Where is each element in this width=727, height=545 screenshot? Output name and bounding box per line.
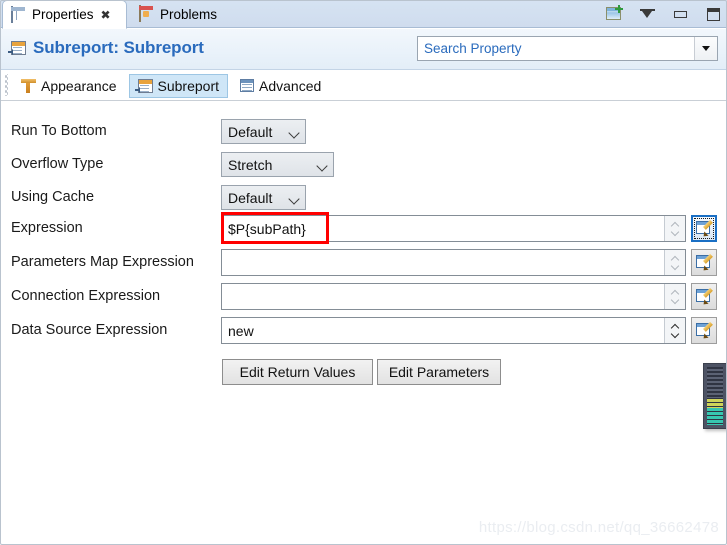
connection-expression-value [222,284,664,309]
drag-handle[interactable] [4,74,8,96]
subreport-icon [134,78,153,93]
view-tab-properties[interactable]: Properties ✖ [2,0,127,29]
minimize-button[interactable] [670,4,690,24]
label-data-source-expression: Data Source Expression [11,322,168,338]
view-menu-button[interactable] [637,4,657,24]
spinner-up-icon[interactable] [671,255,680,261]
minimize-icon [673,10,687,18]
tab-appearance-label: Appearance [41,77,117,94]
parameters-map-expression-spinner[interactable] [664,250,685,275]
form-row: Parameters Map Expression [0,248,727,278]
tab-appearance[interactable]: Appearance [13,74,125,98]
combo-run-to-bottom[interactable]: Default [221,119,306,144]
data-source-expression-value: new [228,322,254,339]
label-connection-expression: Connection Expression [11,288,161,304]
pencil-edit-icon [696,323,712,338]
combo-run-to-bottom-value: Default [228,123,273,140]
label-using-cache: Using Cache [11,189,95,205]
combo-using-cache-value: Default [228,189,273,206]
edit-data-source-expression-button[interactable] [691,317,717,344]
label-overflow-type: Overflow Type [11,156,104,172]
expression-value: $P{subPath} [228,220,306,237]
heap-status-widget[interactable] [703,363,727,429]
field-connection-expression[interactable] [221,283,686,310]
maximize-button[interactable] [703,4,723,24]
properties-table-icon [11,5,27,23]
close-icon[interactable]: ✖ [101,9,111,21]
label-parameters-map-expression: Parameters Map Expression [11,254,194,270]
form-row: Connection Expression [0,282,727,312]
data-source-expression-spinner[interactable] [664,318,685,343]
view-toolbar [604,3,723,25]
form-row: Run To Bottom Default [0,117,727,147]
connection-expression-spinner[interactable] [664,284,685,309]
spinner-up-icon[interactable] [671,221,680,227]
new-view-button[interactable] [604,4,624,24]
caret-down-icon [702,46,711,51]
form-row: Expression $P{subPath} [0,214,727,244]
parameters-map-expression-value [222,250,664,275]
search-property-box[interactable] [417,36,718,61]
search-dropdown-button[interactable] [694,37,717,60]
properties-header-bar: Subreport: Subreport [0,29,727,70]
pencil-edit-icon [696,255,712,270]
view-tab-problems-label: Problems [160,6,218,22]
spinner-down-icon[interactable] [671,298,680,304]
spinner-down-icon[interactable] [671,230,680,236]
edit-connection-expression-button[interactable] [691,283,717,310]
label-run-to-bottom: Run To Bottom [11,123,107,139]
spinner-down-icon[interactable] [671,332,680,338]
search-input[interactable] [418,37,695,60]
subreport-properties-form: Run To Bottom Default Overflow Type Stre… [0,101,727,545]
chevron-down-icon [289,126,300,137]
view-menu-chevron-down-icon [639,8,655,20]
tab-advanced-label: Advanced [259,77,322,94]
advanced-list-icon [240,79,254,92]
problems-warning-icon [139,5,155,22]
form-action-buttons: Edit Return Values Edit Parameters [0,359,727,387]
edit-parameters-map-expression-button[interactable] [691,249,717,276]
edit-expression-button[interactable] [691,215,717,242]
form-row: Using Cache Default [0,183,727,213]
combo-using-cache[interactable]: Default [221,185,306,210]
chevron-down-icon [317,159,328,170]
combo-overflow-type[interactable]: Stretch [221,152,334,177]
watermark: https://blog.csdn.net/qq_36662478 [478,519,719,536]
combo-overflow-type-value: Stretch [228,156,273,173]
spinner-up-icon[interactable] [671,323,680,329]
edit-return-values-label: Edit Return Values [239,364,356,380]
page-title-wrap: Subreport: Subreport [8,38,204,58]
tab-subreport[interactable]: Subreport [128,73,228,98]
page-title: Subreport: Subreport [33,38,204,57]
field-parameters-map-expression[interactable] [221,249,686,276]
field-data-source-expression[interactable]: new [221,317,686,344]
heap-fill-warn [707,398,723,408]
view-tab-bar: Properties ✖ Problems [0,0,727,29]
view-tab-problems[interactable]: Problems [131,0,226,28]
appearance-ruler-icon [21,78,36,93]
subtab-list: Appearance Subreport Advanced [13,70,333,101]
spinner-down-icon[interactable] [671,264,680,270]
subreport-icon [8,41,26,55]
form-row: Overflow Type Stretch [0,150,727,180]
edit-return-values-button[interactable]: Edit Return Values [222,359,373,385]
view-tab-properties-label: Properties [32,7,94,22]
new-view-icon [606,5,623,21]
property-section-tabbar: Appearance Subreport Advanced [0,70,727,101]
edit-parameters-button[interactable]: Edit Parameters [377,359,501,385]
expression-spinner[interactable] [664,216,685,241]
edit-parameters-label: Edit Parameters [388,364,490,380]
tab-advanced[interactable]: Advanced [232,74,329,98]
spinner-up-icon[interactable] [671,289,680,295]
form-row: Data Source Expression new [0,316,727,346]
pencil-edit-icon [696,221,712,236]
tab-subreport-label: Subreport [157,77,219,94]
pencil-edit-icon [696,289,712,304]
field-expression[interactable]: $P{subPath} [221,215,686,242]
chevron-down-icon [289,192,300,203]
maximize-icon [706,7,720,21]
label-expression: Expression [11,220,83,236]
